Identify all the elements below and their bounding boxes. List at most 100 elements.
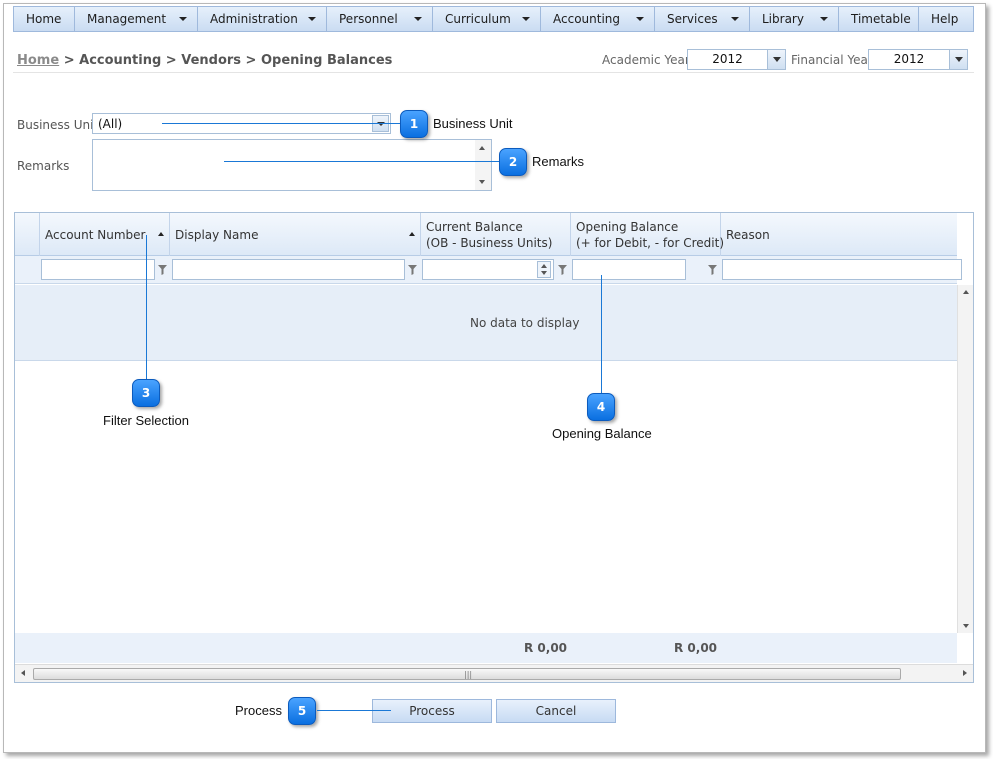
scroll-left-icon[interactable] [21,670,25,676]
col-reason-label: Reason [726,228,770,242]
academic-year-select[interactable]: 2012 [687,49,786,70]
scrollbar-thumb[interactable]: ||| [33,668,901,680]
filter-opening-balance[interactable] [572,259,686,280]
filter-current-balance[interactable] [422,259,554,280]
menu-accounting[interactable]: Accounting [541,7,655,31]
grid-vertical-scrollbar[interactable] [957,285,973,633]
col-reason[interactable]: Reason [721,213,957,256]
remarks-textarea[interactable] [92,139,492,191]
col-opening-balance-sublabel: (+ for Debit, - for Credit) [576,236,725,250]
filter-icon[interactable] [407,264,418,276]
callout-3-label: Filter Selection [103,413,189,428]
grid-empty-row: No data to display [15,285,957,361]
grid-header: Account Number Display Name Current Bala… [15,213,957,256]
callout-3-connector [146,235,147,380]
chevron-down-icon[interactable] [767,50,785,69]
callout-3-badge: 3 [132,379,160,407]
callout-5-connector [317,710,391,711]
remarks-label: Remarks [17,159,70,173]
sort-asc-icon [409,232,415,236]
process-button[interactable]: Process [372,699,492,723]
menu-curriculum-label: Curriculum [445,12,511,26]
divider [13,72,974,73]
chevron-down-icon [636,17,644,21]
callout-2-label: Remarks [532,154,585,169]
col-current-balance-sublabel: (OB - Business Units) [426,236,553,250]
menu-services-label: Services [667,12,718,26]
callout-5-label: Process [235,703,282,718]
scroll-up-icon[interactable] [479,146,485,150]
callout-2-connector [224,161,500,162]
menu-administration[interactable]: Administration [198,7,327,31]
col-opening-balance[interactable]: Opening Balance (+ for Debit, - for Cred… [571,213,725,256]
menu-help[interactable]: Help [919,7,973,31]
total-opening-balance: R 0,00 [674,641,718,655]
menu-management[interactable]: Management [75,7,198,31]
menu-timetable[interactable]: Timetable [839,7,919,31]
financial-year-value: 2012 [893,52,925,66]
no-data-message: No data to display [470,316,580,330]
filter-icon[interactable] [707,264,718,276]
scroll-right-icon[interactable] [963,670,967,676]
academic-year-label: Academic Year [602,53,690,67]
chevron-down-icon [179,17,187,21]
breadcrumb-home-link[interactable]: Home [17,53,59,68]
main-menu-bar: Home Management Administration Personnel… [13,6,974,32]
sort-asc-icon [158,232,164,236]
menu-accounting-label: Accounting [553,12,621,26]
breadcrumb: Home > Accounting > Vendors > Opening Ba… [17,53,392,68]
menu-administration-label: Administration [210,12,298,26]
menu-home[interactable]: Home [14,7,75,31]
col-display-name[interactable]: Display Name [170,213,421,256]
menu-library-label: Library [762,12,804,26]
callout-4-connector [601,275,602,394]
filter-icon[interactable] [157,264,168,276]
menu-services[interactable]: Services [655,7,750,31]
menu-management-label: Management [87,12,167,26]
grid-filter-row [15,256,962,284]
opening-balances-grid: Account Number Display Name Current Bala… [14,212,974,683]
spinner-icon[interactable] [537,261,551,278]
cancel-button[interactable]: Cancel [496,699,616,723]
chevron-down-icon[interactable] [949,50,967,69]
filter-reason[interactable] [722,259,962,280]
menu-curriculum[interactable]: Curriculum [433,7,541,31]
col-account-number[interactable]: Account Number [40,213,170,256]
menu-library[interactable]: Library [750,7,839,31]
callout-4-badge: 4 [587,393,615,421]
chevron-down-icon [308,17,316,21]
chevron-down-icon [820,17,828,21]
menu-personnel[interactable]: Personnel [327,7,433,31]
scroll-down-icon[interactable] [963,624,969,628]
grid-totals-row: R 0,00 R 0,00 [15,633,957,663]
col-account-number-label: Account Number [45,228,146,242]
chevron-down-icon [522,17,530,21]
col-opening-balance-label: Opening Balance [576,220,679,234]
filter-icon[interactable] [557,264,568,276]
scroll-up-icon[interactable] [963,290,969,294]
callout-1-connector [162,123,400,124]
business-unit-label: Business Unit [17,118,99,132]
col-current-balance[interactable]: Current Balance (OB - Business Units) [421,213,571,256]
total-current-balance: R 0,00 [524,641,568,655]
menu-personnel-label: Personnel [339,12,398,26]
financial-year-select[interactable]: 2012 [868,49,968,70]
filter-account-number[interactable] [41,259,155,280]
chevron-down-icon [731,17,739,21]
menu-help-label: Help [931,12,959,26]
filter-display-name[interactable] [172,259,405,280]
row-indicator-header [15,213,40,256]
col-display-name-label: Display Name [175,228,259,242]
financial-year-label: Financial Year [791,53,873,67]
menu-home-label: Home [26,12,62,26]
remarks-scrollbar[interactable] [475,140,491,190]
callout-4-label: Opening Balance [552,426,652,441]
menu-timetable-label: Timetable [851,12,911,26]
callout-1-label: Business Unit [433,116,513,131]
business-unit-value: (All) [98,117,123,131]
chevron-down-icon [414,17,422,21]
scroll-down-icon[interactable] [479,180,485,184]
grid-horizontal-scrollbar[interactable]: ||| [15,664,973,682]
callout-5-badge: 5 [288,697,316,725]
col-current-balance-label: Current Balance [426,220,523,234]
